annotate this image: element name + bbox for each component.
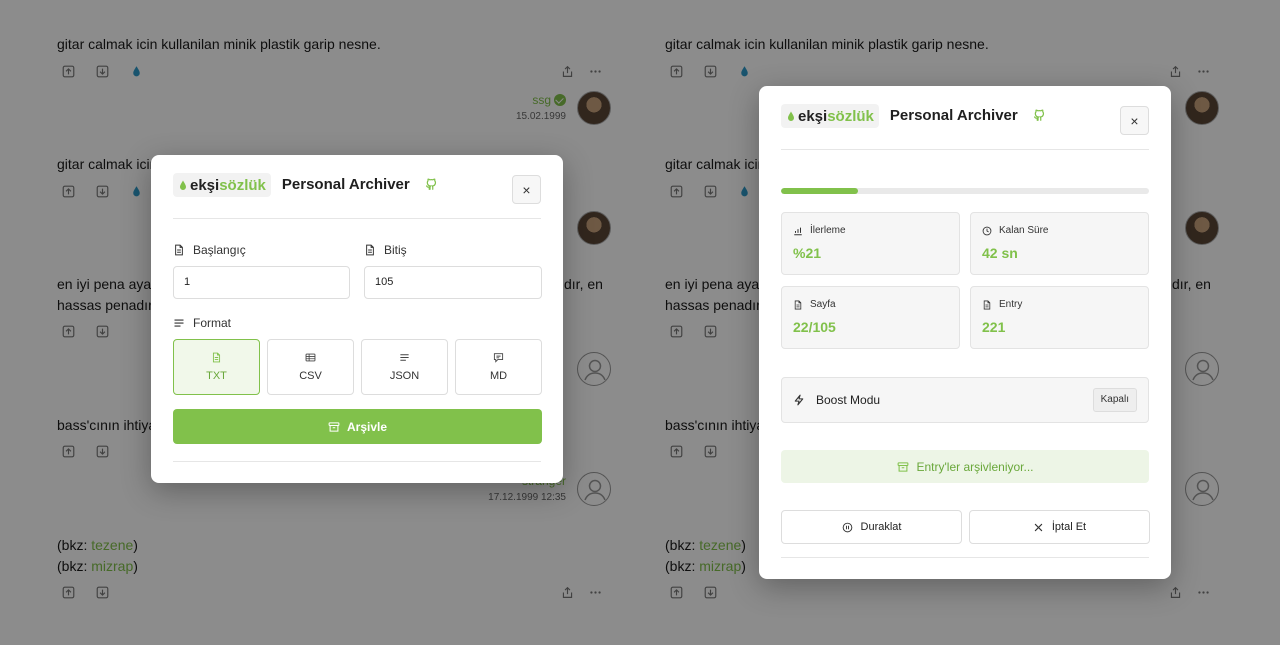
modal-header: ekşi sözlük Personal Archiver × [781, 104, 1149, 150]
file-icon [173, 244, 185, 256]
stat-value: 22/105 [793, 319, 836, 335]
format-option-json[interactable]: JSON [361, 339, 448, 395]
chart-icon [793, 226, 803, 236]
drop-icon [788, 111, 794, 121]
archive-button[interactable]: Arşivle [173, 409, 542, 444]
close-button[interactable]: × [512, 175, 541, 204]
drop-icon [180, 180, 186, 190]
boost-mode-row: Boost Modu Kapalı [781, 377, 1149, 423]
modal-title: Personal Archiver [889, 107, 1018, 124]
stat-value: %21 [793, 245, 822, 261]
end-label: Bitiş [364, 243, 407, 257]
file-icon [982, 300, 992, 310]
modal-title: Personal Archiver [281, 176, 410, 193]
archiver-progress-modal: ekşi sözlük Personal Archiver × İlerleme … [759, 86, 1171, 579]
boost-label: Boost Modu [816, 393, 881, 407]
archiving-status: Entry'ler arşivleniyor... [781, 450, 1149, 483]
cancel-button[interactable]: İptal Et [969, 510, 1150, 544]
format-label: Format [173, 316, 231, 330]
pause-icon [842, 522, 853, 533]
progress-bar [781, 188, 1149, 194]
progress-bar-fill [781, 188, 859, 194]
stat-value: 221 [982, 319, 1006, 335]
stat-progress: İlerleme %21 [781, 212, 960, 275]
eksi-sozluk-logo: ekşi sözlük [781, 104, 879, 128]
file-icon [211, 352, 222, 363]
pause-button[interactable]: Duraklat [781, 510, 962, 544]
eksi-sozluk-logo: ekşi sözlük [173, 173, 271, 197]
github-icon[interactable] [424, 177, 438, 191]
modal-header: ekşi sözlük Personal Archiver × [173, 173, 541, 219]
stat-page: Sayfa 22/105 [781, 286, 960, 349]
archiver-form-modal: ekşi sözlük Personal Archiver × Başlangıç… [151, 155, 563, 483]
footer-divider [781, 557, 1149, 558]
format-option-csv[interactable]: CSV [267, 339, 354, 395]
file-icon [793, 300, 803, 310]
x-icon [1033, 522, 1044, 533]
stat-remaining-time: Kalan Süre 42 sn [970, 212, 1149, 275]
archive-icon [897, 461, 909, 473]
archive-icon [328, 421, 340, 433]
bolt-icon [793, 394, 805, 406]
start-label: Başlangıç [173, 243, 246, 257]
message-icon [493, 352, 504, 363]
lines-icon [173, 317, 185, 329]
end-page-input[interactable]: 105 [364, 266, 542, 299]
file-icon [364, 244, 376, 256]
stat-value: 42 sn [982, 245, 1018, 261]
left-screen: gitar calmak icin kullanilan minik plast… [0, 0, 640, 645]
github-icon[interactable] [1032, 108, 1046, 122]
format-option-md[interactable]: MD [455, 339, 542, 395]
stat-entry: Entry 221 [970, 286, 1149, 349]
lines-icon [399, 352, 410, 363]
table-icon [305, 352, 316, 363]
footer-divider [173, 461, 541, 462]
format-option-txt[interactable]: TXT [173, 339, 260, 395]
clock-icon [982, 226, 992, 236]
start-page-input[interactable]: 1 [173, 266, 350, 299]
close-button[interactable]: × [1120, 106, 1149, 135]
boost-toggle[interactable]: Kapalı [1092, 388, 1137, 412]
